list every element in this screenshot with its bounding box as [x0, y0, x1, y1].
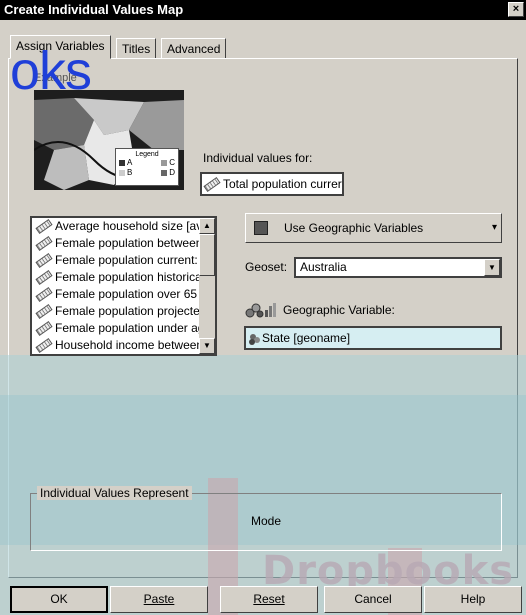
geographic-variable-value: State [geoname]	[262, 331, 351, 345]
list-scrollbar[interactable]: ▲ ▼	[199, 218, 215, 354]
legend-item: B	[127, 168, 133, 177]
list-item-label: Female population between	[55, 236, 199, 250]
group-legend: Individual Values Represent	[37, 486, 192, 500]
dropdown-arrow-icon[interactable]: ▼	[484, 259, 500, 276]
list-item-label: Female population historical	[55, 270, 199, 284]
geographic-variable-label: Geographic Variable:	[283, 303, 395, 317]
ruler-icon	[35, 219, 53, 235]
ok-button[interactable]: OK	[10, 586, 108, 613]
title-bar: Create Individual Values Map ×	[0, 0, 526, 20]
window-title: Create Individual Values Map	[4, 2, 184, 17]
list-item-label: Household income between	[55, 338, 199, 352]
ruler-icon	[35, 270, 53, 286]
list-item-label: Female population projected	[55, 304, 199, 318]
list-item[interactable]: Female population projected	[32, 303, 199, 320]
map-legend: Legend A C B D	[115, 148, 179, 186]
tab-titles[interactable]: Titles	[116, 38, 157, 59]
list-item-label: Average household size [av	[55, 219, 199, 233]
list-item[interactable]: Female population under ag	[32, 320, 199, 337]
represent-mode-value: Mode	[250, 514, 282, 528]
map-icon	[254, 221, 268, 235]
scroll-up-button[interactable]: ▲	[199, 218, 215, 234]
geoset-value: Australia	[300, 260, 347, 274]
legend-title: Legend	[135, 151, 159, 158]
individual-values-label: Individual values for:	[203, 151, 313, 165]
legend-item: C	[169, 158, 175, 167]
list-item[interactable]: Female population current:	[32, 252, 199, 269]
paste-button[interactable]: Paste	[110, 586, 208, 613]
list-item[interactable]: Household income between	[32, 337, 199, 354]
paste-label: Paste	[143, 592, 175, 606]
geographic-variable-field[interactable]: State [geoname]	[244, 326, 502, 350]
close-button[interactable]: ×	[508, 2, 524, 17]
individual-values-field[interactable]: Total population currer	[200, 172, 344, 196]
geoset-select[interactable]: Australia ▼	[294, 257, 502, 278]
list-item-label: Female population under ag	[55, 321, 199, 335]
tab-advanced[interactable]: Advanced	[161, 38, 227, 59]
cancel-button[interactable]: Cancel	[324, 586, 422, 613]
list-item[interactable]: Female population between	[32, 235, 199, 252]
list-item-label: Female population current:	[55, 253, 198, 267]
reset-button[interactable]: Reset	[220, 586, 318, 613]
example-label: Example	[34, 72, 77, 84]
list-item[interactable]: Average household size [av	[32, 218, 199, 235]
geographic-variable-label-row: Geographic Variable:	[245, 302, 395, 318]
geographic-mode-label: Use Geographic Variables	[284, 221, 424, 235]
list-item[interactable]: Female population historical	[32, 269, 199, 286]
legend-item: A	[127, 158, 133, 167]
geographic-mode-dropdown[interactable]: Use Geographic Variables ▾	[245, 213, 502, 243]
reset-label: Reset	[253, 592, 285, 606]
ruler-icon	[35, 236, 53, 252]
ruler-icon	[35, 304, 53, 320]
ruler-icon	[35, 321, 53, 337]
ruler-icon	[203, 177, 221, 193]
legend-item: D	[169, 168, 175, 177]
list-item-label: Female population over 65 [	[55, 287, 199, 301]
individual-values-represent-group: Individual Values Represent Mode	[30, 486, 502, 551]
geoset-label: Geoset:	[245, 260, 288, 274]
scroll-down-button[interactable]: ▼	[199, 338, 215, 354]
geo-variable-icon	[245, 302, 279, 318]
scroll-thumb[interactable]	[199, 234, 215, 276]
geoname-icon	[249, 333, 260, 345]
ruler-icon	[35, 253, 53, 269]
ruler-icon	[35, 287, 53, 303]
chevron-down-icon: ▾	[491, 222, 497, 233]
ruler-icon	[35, 338, 53, 354]
list-item[interactable]: Female population over 65 [	[32, 286, 199, 303]
variable-list[interactable]: Average household size [av Female popula…	[30, 216, 217, 356]
tab-assign-variables[interactable]: Assign Variables	[10, 35, 111, 59]
help-button[interactable]: Help	[424, 586, 522, 613]
individual-values-value: Total population currer	[223, 177, 342, 191]
